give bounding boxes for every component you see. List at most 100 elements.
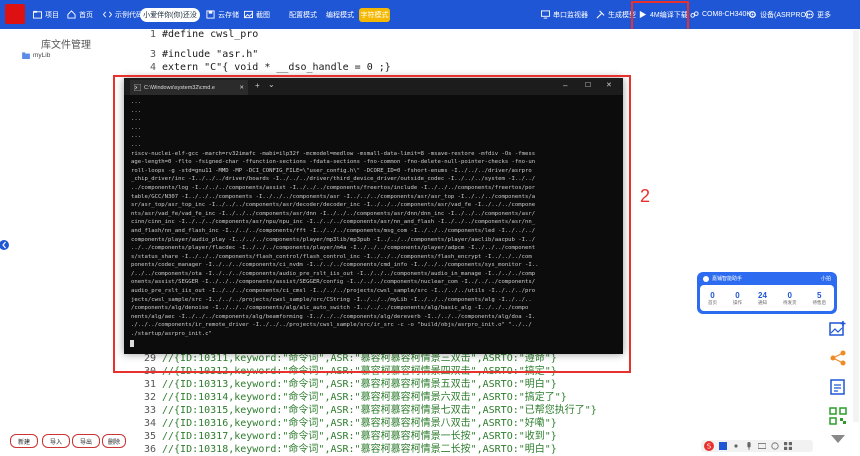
sidebar-item-label: myLib bbox=[33, 52, 51, 59]
assistant-header: 嘉铺智能助手 bbox=[703, 275, 742, 282]
more-label: 更多 bbox=[817, 11, 831, 19]
line-number: 4 bbox=[149, 62, 156, 73]
code-line: //{ID:10313,keyword:"命令词",ASR:"慕容柯慕容柯情景五… bbox=[162, 379, 557, 390]
link-icon bbox=[690, 11, 699, 18]
code-line: //{ID:10315,keyword:"命令词",ASR:"慕容柯慕容柯情景七… bbox=[162, 405, 597, 416]
stat-label: 待售后 bbox=[812, 299, 827, 305]
collapse-arrow-icon[interactable] bbox=[0, 238, 10, 252]
examples-label: 示例代码 bbox=[115, 11, 143, 19]
port-label: COM8-CH340K bbox=[702, 11, 752, 18]
assistant-title: 嘉铺智能助手 bbox=[712, 276, 743, 282]
port-button[interactable]: COM8-CH340K bbox=[690, 0, 751, 29]
svg-text:S: S bbox=[707, 443, 712, 451]
stat-label: 首页 bbox=[708, 299, 717, 305]
cloud-save-label: 云存储 bbox=[218, 11, 239, 19]
stat-label: 通知 bbox=[758, 299, 767, 305]
assistant-panel[interactable]: 嘉铺智能助手 小拍 0 首页 0 操作 24 通知 0 待发货 5 待售后 bbox=[697, 272, 837, 314]
serial-monitor-label: 串口监视器 bbox=[553, 11, 588, 19]
device-label: 设备(ASRPRO) bbox=[760, 11, 809, 19]
text-mode-label: 字符模式 bbox=[360, 12, 389, 19]
import-button[interactable]: 导入 bbox=[42, 434, 70, 448]
code-line: //{ID:10314,keyword:"命令词",ASR:"慕容柯慕容柯情景六… bbox=[162, 392, 567, 403]
editor-scrollbar[interactable] bbox=[853, 30, 859, 422]
home-label: 首页 bbox=[79, 11, 93, 19]
folder-icon bbox=[22, 52, 30, 59]
line-number: 32 bbox=[143, 392, 156, 403]
qrcode-icon[interactable] bbox=[829, 407, 847, 425]
generate-model-button[interactable]: 生成模型 bbox=[596, 0, 636, 29]
cloud-save-button[interactable]: 云存储 bbox=[206, 0, 239, 29]
keyboard-icon[interactable] bbox=[758, 442, 766, 450]
more-icon bbox=[805, 10, 814, 19]
edit-icon[interactable] bbox=[829, 378, 847, 396]
code-line: //{ID:10318,keyword:"命令词",ASR:"慕容柯慕容柯情景二… bbox=[162, 444, 557, 455]
tools-icon bbox=[596, 10, 605, 19]
chevron-down-icon[interactable] bbox=[829, 430, 847, 448]
highlight-box-2 bbox=[113, 75, 631, 373]
delete-button[interactable]: 删除 bbox=[102, 434, 126, 448]
program-mode-label: 编程模式 bbox=[326, 11, 354, 19]
line-number: 3 bbox=[149, 49, 156, 60]
code-line: //{ID:10316,keyword:"命令词",ASR:"慕容柯慕容柯情景八… bbox=[162, 418, 557, 429]
image-icon bbox=[244, 10, 253, 19]
screenshot-label: 截图 bbox=[256, 11, 270, 19]
assistant-tag: 小拍 bbox=[820, 276, 831, 282]
share-icon[interactable] bbox=[829, 349, 847, 367]
stat-item[interactable]: 0 待发货 bbox=[783, 291, 797, 306]
program-mode-button[interactable]: 编程模式 bbox=[326, 0, 354, 29]
serial-monitor-button[interactable]: 串口监视器 bbox=[541, 0, 588, 29]
tagline-label: 小爱伴你(你)还没 bbox=[143, 12, 197, 19]
top-toolbar: 项目 首页 示例代码 小爱伴你(你)还没 云存储 截图 配置模式 编程模式 字符… bbox=[0, 0, 860, 29]
stat-value: 0 bbox=[710, 290, 715, 300]
device-button[interactable]: 设备(ASRPRO) bbox=[748, 0, 808, 29]
monitor-icon bbox=[541, 10, 550, 19]
stat-item[interactable]: 0 首页 bbox=[708, 291, 717, 306]
stat-label: 待发货 bbox=[783, 299, 797, 305]
stats-row: 0 首页 0 操作 24 通知 0 待发货 5 待售后 bbox=[700, 285, 834, 311]
highlight-box-1 bbox=[631, 1, 689, 32]
folder-icon bbox=[33, 10, 42, 19]
code-line: extern "C"{ void * __dso_handle = 0 ;} bbox=[162, 62, 391, 73]
gear-icon bbox=[749, 11, 756, 18]
export-button[interactable]: 导出 bbox=[72, 434, 100, 448]
new-button[interactable]: 新建 bbox=[10, 434, 38, 448]
grid-icon[interactable] bbox=[784, 442, 792, 450]
save-icon bbox=[206, 10, 215, 19]
annotation-number-2: 2 bbox=[640, 186, 651, 206]
stat-label: 操作 bbox=[733, 299, 742, 305]
code-line: #include "asr.h" bbox=[162, 49, 259, 60]
chinese-mode-icon[interactable] bbox=[719, 442, 727, 450]
stat-item[interactable]: 5 待售后 bbox=[813, 291, 827, 306]
stat-value: 0 bbox=[787, 290, 792, 300]
project-button[interactable]: 项目 bbox=[33, 0, 59, 29]
config-mode-label: 配置模式 bbox=[289, 11, 317, 19]
more-button[interactable]: 更多 bbox=[805, 0, 831, 29]
tagline-pill: 小爱伴你(你)还没 bbox=[140, 8, 200, 22]
sogou-icon[interactable]: S bbox=[704, 441, 714, 451]
code-line: #define cwsl_pro bbox=[162, 29, 259, 40]
home-icon bbox=[67, 10, 76, 19]
assistant-icon bbox=[703, 275, 709, 282]
sidebar-item-mylib[interactable]: myLib bbox=[22, 52, 50, 59]
line-number: 1 bbox=[149, 29, 156, 40]
image-add-icon[interactable] bbox=[829, 320, 847, 338]
stat-value: 5 bbox=[817, 290, 822, 300]
ime-toolbar: S bbox=[701, 440, 813, 452]
line-number: 35 bbox=[143, 431, 156, 442]
stat-item[interactable]: 24 通知 bbox=[758, 291, 767, 306]
text-mode-button[interactable]: 字符模式 bbox=[359, 8, 390, 22]
home-button[interactable]: 首页 bbox=[67, 0, 93, 29]
stat-item[interactable]: 0 操作 bbox=[733, 291, 742, 306]
microphone-icon[interactable] bbox=[745, 442, 753, 450]
screenshot-button[interactable]: 截图 bbox=[244, 0, 270, 29]
project-label: 项目 bbox=[45, 11, 59, 19]
line-number: 33 bbox=[143, 405, 156, 416]
library-title: 库文件管理 bbox=[41, 40, 91, 51]
skin-icon[interactable] bbox=[771, 442, 779, 450]
examples-button[interactable]: 示例代码 bbox=[103, 0, 143, 29]
punctuation-icon[interactable] bbox=[732, 442, 740, 450]
line-number: 36 bbox=[143, 444, 156, 455]
config-mode-button[interactable]: 配置模式 bbox=[289, 0, 317, 29]
line-number: 31 bbox=[143, 379, 156, 390]
code-line: //{ID:10317,keyword:"命令词",ASR:"慕容柯慕容柯情景一… bbox=[162, 431, 557, 442]
